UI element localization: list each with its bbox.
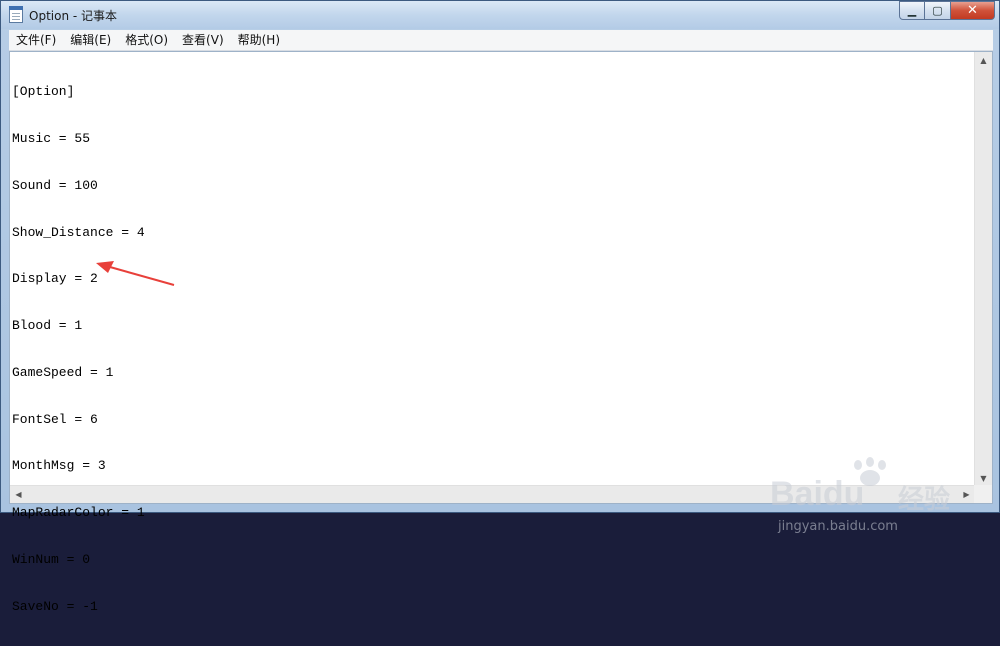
text-line: Blood = 1 [12,318,83,334]
scroll-left-icon[interactable]: ◀ [10,486,27,503]
menu-edit[interactable]: 编辑(E) [63,30,118,50]
text-line-winnum: WinNum = 0 [12,552,91,567]
text-editor[interactable]: [Option] Music = 55 Sound = 100 Show_Dis… [9,51,993,614]
baidu-watermark: Baidu 经验 jingyan.baidu.com [770,457,970,547]
notepad-icon[interactable] [9,6,23,23]
menu-bar: 文件(F) 编辑(E) 格式(O) 查看(V) 帮助(H) [9,30,993,51]
watermark-url: jingyan.baidu.com [778,519,898,534]
text-line: Sound = 100 [12,177,98,193]
watermark-cn-text: 经验 [898,485,951,515]
notepad-window: Option - 记事本 ▁ ▢ ✕ 文件(F) 编辑(E) 格式(O) 查看(… [0,0,1000,614]
minimize-icon: ▁ [907,4,917,17]
text-line: [Option] [12,84,75,100]
scroll-up-icon[interactable]: ▲ [975,52,992,69]
text-line: FontSel = 6 [12,411,98,427]
maximize-button[interactable]: ▢ [925,1,951,20]
close-icon: ✕ [967,3,978,18]
watermark-logo-text: Baidu [770,475,865,513]
text-line: Show_Distance = 4 [12,224,145,240]
title-bar[interactable]: Option - 记事本 ▁ ▢ ✕ [1,1,999,29]
close-button[interactable]: ✕ [951,1,995,20]
red-arrow-annotation [96,261,175,286]
window-title: Option - 记事本 [29,9,118,23]
menu-view[interactable]: 查看(V) [175,30,231,50]
window-controls: ▁ ▢ ✕ [899,1,995,21]
text-line: GameSpeed = 1 [12,364,114,380]
scrollbar-corner [974,485,992,503]
text-line: SaveNo = -1 [12,598,98,614]
text-line: Music = 55 [12,130,91,146]
maximize-icon: ▢ [932,4,943,17]
menu-help[interactable]: 帮助(H) [231,30,287,50]
menu-file[interactable]: 文件(F) [9,30,63,50]
minimize-button[interactable]: ▁ [899,1,925,20]
vertical-scrollbar[interactable]: ▲ ▼ [974,52,992,487]
menu-format[interactable]: 格式(O) [118,30,175,50]
